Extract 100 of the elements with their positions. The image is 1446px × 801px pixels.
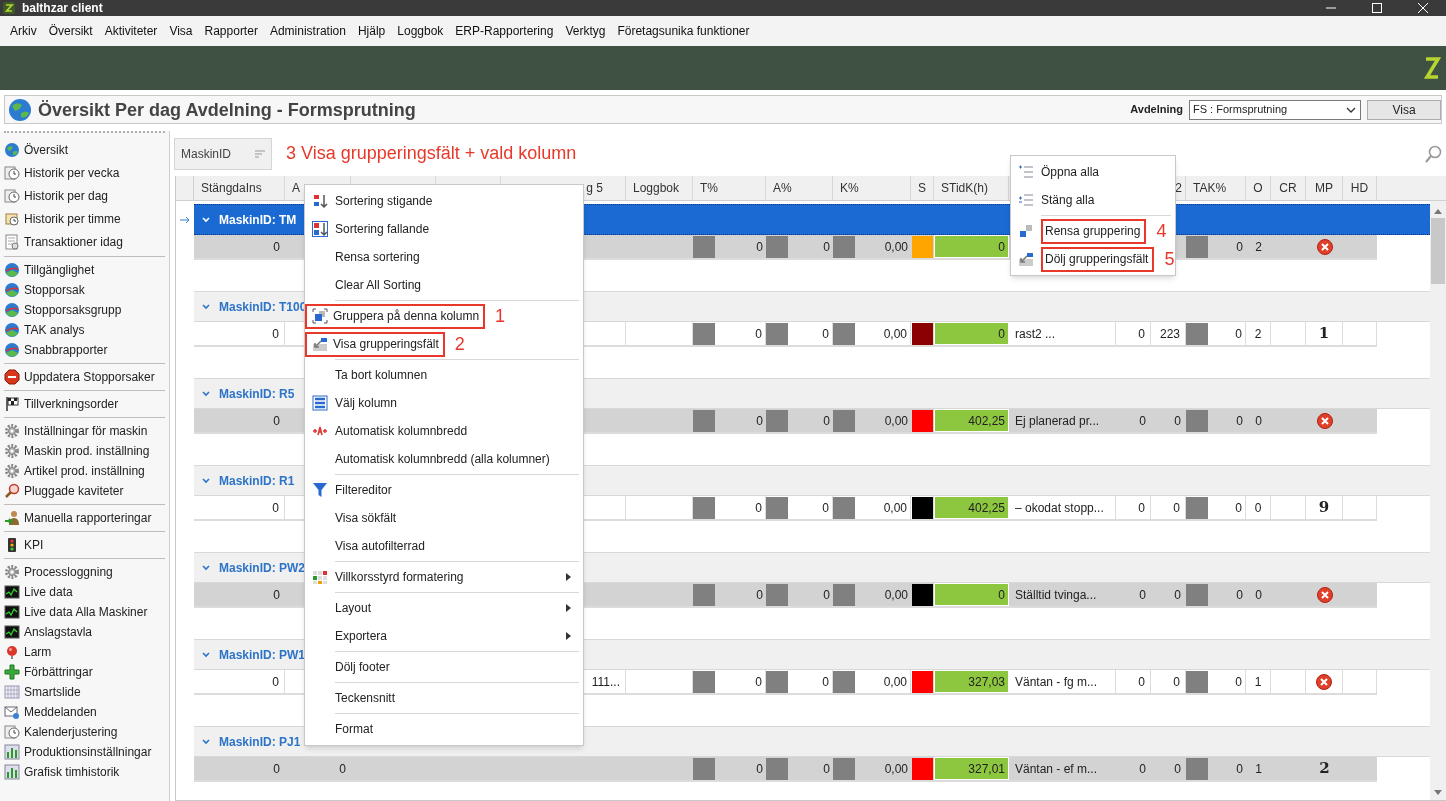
table-cell-text: Ej planerad pr... xyxy=(1014,412,1101,430)
column-header[interactable]: MP xyxy=(1306,176,1343,200)
column-header[interactable]: A% xyxy=(766,176,833,200)
column-header[interactable]: T% xyxy=(693,176,766,200)
bar-chart-icon xyxy=(4,744,20,760)
chevron-down-icon xyxy=(202,216,210,223)
table-row[interactable]: 0 0 0 0 0,00 327,01 Väntan - ef m... 0 0 0 1 2 xyxy=(194,757,1377,782)
sidebar-item[interactable]: Grafisk timhistorik xyxy=(0,762,169,782)
table-cell-text: 0 xyxy=(1138,586,1147,604)
menu-bar-item[interactable]: Rapporter xyxy=(198,19,264,43)
table-cell: 2 xyxy=(1246,322,1271,345)
document-icon xyxy=(4,233,20,250)
menu-bar-item[interactable]: ERP-Rapportering xyxy=(449,19,560,43)
sidebar-item[interactable]: Uppdatera Stopporsaker xyxy=(0,367,169,387)
cell-value: 0,00 xyxy=(883,325,907,343)
sidebar-item[interactable]: Larm xyxy=(0,642,169,662)
chevron-down-icon xyxy=(202,303,210,310)
table-cell: 0 xyxy=(194,670,285,693)
show-button[interactable]: Visa xyxy=(1367,99,1441,120)
menu-bar-item[interactable]: Administration xyxy=(263,19,352,43)
sidebar-item[interactable]: Snabbrapporter xyxy=(0,340,169,360)
sidebar-item[interactable]: Pluggade kaviteter xyxy=(0,481,169,501)
cell-value: 0 xyxy=(823,760,830,778)
sidebar-item[interactable]: Förbättringar xyxy=(0,662,169,682)
status-square xyxy=(1186,670,1208,693)
sidebar-item[interactable]: Historik per vecka xyxy=(0,161,169,184)
cell-value: 0 xyxy=(755,325,762,343)
menu-bar-item[interactable]: Översikt xyxy=(42,19,99,43)
menu-item[interactable]: Öppna alla xyxy=(1011,158,1175,186)
group-label: MaskinID: R1 xyxy=(219,472,295,490)
table-cell: – okodat stopp... xyxy=(1009,496,1116,519)
current-row-arrow-icon xyxy=(180,215,190,224)
status-square xyxy=(833,409,855,432)
department-select[interactable]: FS : Formsprutning xyxy=(1189,99,1361,120)
menu-bar-item[interactable]: Visa xyxy=(163,19,199,43)
sidebar-item[interactable]: Processloggning xyxy=(0,562,169,582)
status-square xyxy=(693,757,715,780)
error-icon xyxy=(1316,586,1333,603)
scrollbar-thumb[interactable] xyxy=(1431,218,1445,284)
sidebar-item[interactable]: TAK analys xyxy=(0,320,169,340)
scroll-up-icon xyxy=(1434,208,1442,214)
chevron-down-icon xyxy=(202,564,210,571)
column-header[interactable]: TAK% xyxy=(1186,176,1246,200)
menu-bar-item[interactable]: Arkiv xyxy=(4,19,43,43)
cell-value: 0 xyxy=(1235,673,1242,691)
menu-bar-item[interactable]: Hjälp xyxy=(351,19,392,43)
column-header[interactable]: O xyxy=(1246,176,1271,200)
monitor-icon xyxy=(4,624,20,640)
column-header[interactable]: HD xyxy=(1343,176,1377,200)
sidebar-item[interactable]: Live data Alla Maskiner xyxy=(0,602,169,622)
search-icon[interactable] xyxy=(1425,144,1443,163)
sidebar-item[interactable]: Historik per timme xyxy=(0,207,169,230)
pie-chart-icon xyxy=(4,262,20,278)
menu-bar-item[interactable]: Aktiviteter xyxy=(98,19,164,43)
sidebar-item[interactable]: Maskin prod. inställning xyxy=(0,441,169,461)
chevron-down-icon xyxy=(202,738,210,745)
sidebar-item[interactable]: Live data xyxy=(0,582,169,602)
sidebar-item[interactable]: Smartslide xyxy=(0,682,169,702)
sort-ascending-icon xyxy=(312,193,328,209)
sidebar-item[interactable]: Kalenderjustering xyxy=(0,722,169,742)
monitor-icon xyxy=(4,604,20,620)
sidebar-item[interactable]: Anslagstavla xyxy=(0,622,169,642)
column-header[interactable]: Loggbok xyxy=(626,176,693,200)
table-cell-text: 0 xyxy=(1173,412,1182,430)
status-square xyxy=(833,235,855,258)
sidebar-item[interactable]: Historik per dag xyxy=(0,184,169,207)
sidebar-item[interactable]: Översikt xyxy=(0,138,169,161)
column-header[interactable]: STidK(h) xyxy=(934,176,1009,200)
table-cell: 327,01 xyxy=(934,757,1009,780)
column-list-icon xyxy=(312,395,328,411)
maximize-icon xyxy=(1372,3,1382,13)
sidebar-item[interactable]: Stopporsak xyxy=(0,280,169,300)
group-chip[interactable]: MaskinID xyxy=(174,137,272,170)
menu-bar-item[interactable]: Verktyg xyxy=(559,19,612,43)
sidebar-item[interactable]: Inställningar för maskin xyxy=(0,421,169,441)
cell-value: 0 xyxy=(1236,760,1243,778)
column-header[interactable]: K% xyxy=(833,176,911,200)
sidebar-item[interactable]: Manuella rapporteringar xyxy=(0,508,169,528)
cell-value: 9 xyxy=(1318,497,1330,519)
pie-chart-icon xyxy=(4,282,20,298)
app-logo-icon xyxy=(3,2,15,14)
column-header[interactable]: S xyxy=(911,176,934,200)
table-cell-text: 1 xyxy=(1254,760,1263,778)
sidebar-item[interactable]: Meddelanden xyxy=(0,702,169,722)
sidebar-item[interactable]: Produktionsinställningar xyxy=(0,742,169,762)
column-header[interactable]: StängdaIns xyxy=(194,176,285,200)
sidebar-item[interactable]: KPI xyxy=(0,535,169,555)
table-cell: 0 xyxy=(194,322,285,345)
column-header[interactable]: CR xyxy=(1271,176,1306,200)
sidebar-item[interactable]: Artikel prod. inställning xyxy=(0,461,169,481)
gear-icon xyxy=(4,564,20,580)
sidebar-item[interactable]: Tillverkningsorder xyxy=(0,394,169,414)
sidebar-item[interactable]: Transaktioner idag xyxy=(0,230,169,253)
cell-value: 2 xyxy=(1319,758,1330,780)
menu-bar-item[interactable]: Företagsunika funktioner xyxy=(611,19,756,43)
table-cell-text: 0 xyxy=(272,586,281,604)
clear-group-icon xyxy=(1018,223,1034,239)
sidebar-item[interactable]: Stopporsaksgrupp xyxy=(0,300,169,320)
menu-bar-item[interactable]: Loggbok xyxy=(391,19,450,43)
sidebar-item[interactable]: Tillgänglighet xyxy=(0,260,169,280)
